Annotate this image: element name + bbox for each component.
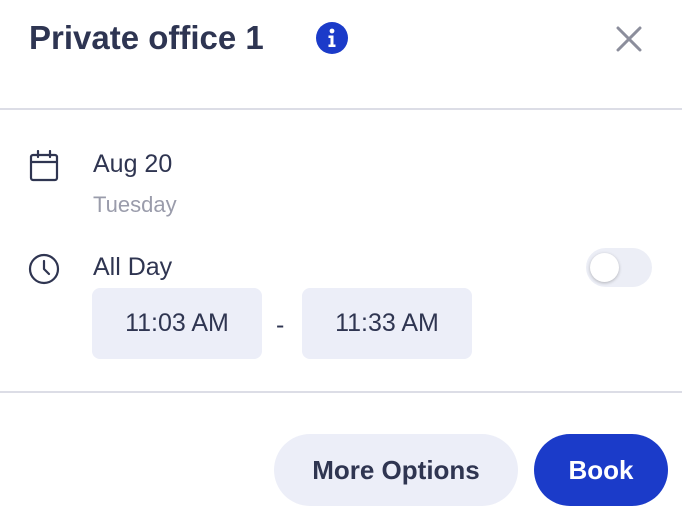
footer-divider — [0, 391, 682, 393]
time-separator: - — [276, 311, 285, 339]
toggle-knob — [590, 253, 619, 282]
calendar-icon — [29, 150, 59, 182]
page-title: Private office 1 — [29, 19, 264, 56]
header-divider — [0, 108, 682, 110]
end-time-picker[interactable]: 11:33 AM — [302, 288, 472, 359]
date-label[interactable]: Aug 20 — [93, 148, 172, 180]
weekday-label: Tuesday — [93, 192, 177, 217]
clock-icon — [28, 253, 60, 285]
close-icon[interactable] — [612, 22, 646, 56]
book-button[interactable]: Book — [534, 434, 668, 506]
booking-panel: Private office 1 Aug 20 Tuesday All Day … — [0, 0, 682, 524]
more-options-button[interactable]: More Options — [274, 434, 518, 506]
info-icon[interactable] — [316, 22, 348, 54]
start-time-picker[interactable]: 11:03 AM — [92, 288, 262, 359]
all-day-label: All Day — [93, 253, 173, 281]
all-day-toggle[interactable] — [586, 248, 652, 287]
